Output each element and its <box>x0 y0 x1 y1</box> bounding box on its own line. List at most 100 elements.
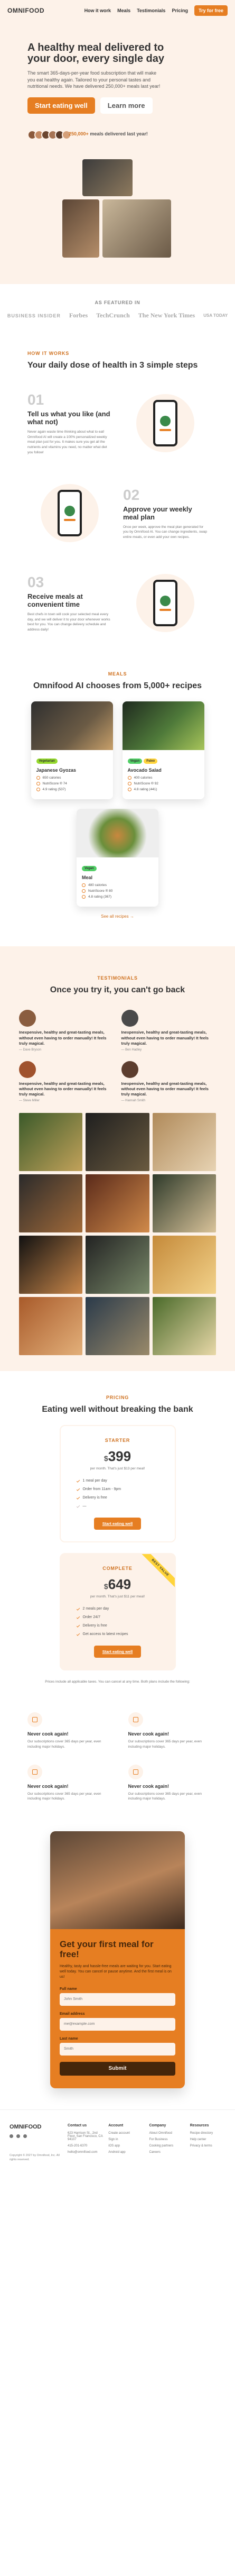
meal-nutriscore: NutriScore ® 74 <box>36 782 108 786</box>
footer-link[interactable]: Help center <box>190 2138 225 2141</box>
meal-tag: Vegan <box>127 759 143 764</box>
signup-form: Get your first meal for free! Healthy, t… <box>50 1929 185 2088</box>
step-text: 02 Approve your weekly meal plan Once pe… <box>123 487 208 540</box>
step-1: 01 Tell us what you like (and what not) … <box>27 386 208 460</box>
checkmark-icon <box>76 1479 80 1483</box>
submit-button[interactable]: Submit <box>60 2061 175 2076</box>
gallery-image[interactable] <box>152 1174 216 1233</box>
footer-link[interactable]: Sign in <box>108 2138 144 2141</box>
all-recipes-link[interactable]: See all recipes → <box>27 914 208 919</box>
testimonial: Inexpensive, healthy and great-tasting m… <box>121 1061 217 1102</box>
meal-title: Japanese Gyozas <box>36 768 77 773</box>
gallery-image[interactable] <box>19 1236 83 1294</box>
plan-price-note: per month. That's just $13 per meal! <box>90 1467 145 1471</box>
gallery-image[interactable] <box>152 1297 216 1356</box>
facebook-icon[interactable] <box>16 2134 20 2138</box>
how-heading: Your daily dose of health in 3 simple st… <box>27 361 198 370</box>
star-icon <box>36 788 40 792</box>
testimonials-grid: Inexpensive, healthy and great-tasting m… <box>19 1010 216 1102</box>
feature-title: Never cook again! <box>128 1731 170 1737</box>
nav-link-pricing[interactable]: Pricing <box>172 8 188 13</box>
meal-card[interactable]: Vegan Meal 480 calories NutriScore ® 80 … <box>77 809 158 907</box>
full-name-field[interactable] <box>60 1993 175 2006</box>
logo-text: OMNIFOOD <box>7 7 44 14</box>
meal-title: Avocado Salad <box>127 768 162 773</box>
footer-link[interactable]: iOS app <box>108 2144 144 2148</box>
plan-start-button[interactable]: Start eating well <box>93 1646 142 1658</box>
hero-section: A healthy meal delivered to your door, e… <box>0 21 235 285</box>
feature: Never cook again! Our subscriptions cove… <box>128 1764 208 1802</box>
gallery-image[interactable] <box>152 1113 216 1172</box>
footer-link[interactable]: Careers <box>149 2151 185 2154</box>
pricing-subheading: PRICING <box>106 1395 129 1401</box>
footer-link[interactable]: For Business <box>149 2138 185 2141</box>
email-field[interactable] <box>60 2017 175 2031</box>
step-number: 02 <box>123 486 140 503</box>
testimonial-quote: Inexpensive, healthy and great-tasting m… <box>19 1030 107 1046</box>
meal-rating: 4.8 rating (441) <box>127 788 199 792</box>
customer-avatars <box>27 130 71 140</box>
food-gallery <box>19 1113 216 1356</box>
press-logo: USA TODAY <box>203 313 228 318</box>
delivered-label: meals delivered last year! <box>90 131 148 136</box>
meal-tag: Vegetarian <box>36 759 58 764</box>
start-eating-button[interactable]: Start eating well <box>27 97 95 114</box>
footer-column-account: Account Create account Sign in iOS app A… <box>108 2124 144 2162</box>
featured-heading: AS FEATURED IN <box>95 300 140 306</box>
site-footer: OMNIFOOD Copyright © 2027 by Omnifood, I… <box>0 2109 235 2175</box>
nav-link-how[interactable]: How it work <box>84 8 111 13</box>
footer-link[interactable]: Recipe directory <box>190 2132 225 2135</box>
featured-in-section: AS FEATURED IN BUSINESS INSIDER Forbes T… <box>0 284 235 336</box>
gallery-image[interactable] <box>86 1113 149 1172</box>
step-number: 03 <box>27 573 44 590</box>
testimonial-name: — Steve Miller <box>19 1099 40 1103</box>
gallery-image[interactable] <box>86 1174 149 1233</box>
learn-more-button[interactable]: Learn more <box>100 97 153 114</box>
footer-link[interactable]: About Omnifood <box>149 2132 185 2135</box>
plan-feature: Delivery is free <box>76 1496 159 1500</box>
testimonial-name: — Ben Hadley <box>121 1048 142 1052</box>
hero-photo-2 <box>62 199 99 258</box>
testimonials-subheading: TESTIMONIALS <box>97 975 138 981</box>
meal-card[interactable]: Vegetarian Japanese Gyozas 650 calories … <box>31 701 113 800</box>
plan-start-button[interactable]: Start eating well <box>93 1518 142 1530</box>
footer-link[interactable]: Create account <box>108 2132 144 2135</box>
step-app-image <box>123 386 208 460</box>
nav-link-testimonials[interactable]: Testimonials <box>137 8 165 13</box>
gallery-image[interactable] <box>152 1236 216 1294</box>
meal-card[interactable]: Vegan Paleo Avocado Salad 400 calories Nu… <box>122 701 204 800</box>
step-2: 02 Approve your weekly meal plan Once pe… <box>27 476 208 550</box>
gallery-image[interactable] <box>86 1236 149 1294</box>
flame-icon <box>36 776 40 780</box>
avatar <box>121 1010 138 1027</box>
cta-image <box>50 1831 185 1930</box>
instagram-icon[interactable] <box>10 2134 13 2138</box>
twitter-icon[interactable] <box>23 2134 27 2138</box>
press-logo: TechCrunch <box>96 312 130 319</box>
step-description: Never again waste time thinking about wh… <box>27 430 107 454</box>
last-name-field[interactable] <box>60 2042 175 2056</box>
footer-logo[interactable]: OMNIFOOD <box>10 2124 62 2130</box>
meal-image <box>31 701 113 751</box>
press-logo: BUSINESS INSIDER <box>7 313 61 318</box>
footer-link[interactable]: 415-201-6370 <box>68 2144 103 2148</box>
footer-link[interactable]: Cooking partners <box>149 2144 185 2148</box>
gallery-image[interactable] <box>86 1297 149 1356</box>
hero-title: A healthy meal delivered to your door, e… <box>27 42 164 65</box>
delivered-meals: 250,000+ meals delivered last year! <box>27 125 208 145</box>
footer-link[interactable]: Android app <box>108 2151 144 2154</box>
gallery-image[interactable] <box>19 1174 83 1233</box>
step-text: 01 Tell us what you like (and what not) … <box>27 391 112 455</box>
hero-buttons: Start eating well Learn more <box>27 97 208 114</box>
nutrition-icon <box>128 1712 143 1728</box>
gallery-image[interactable] <box>19 1297 83 1356</box>
nav-link-meals[interactable]: Meals <box>117 8 130 13</box>
testimonial-quote: Inexpensive, healthy and great-tasting m… <box>19 1081 107 1097</box>
nav-cta-button[interactable]: Try for free <box>194 5 228 16</box>
footer-link[interactable]: hello@omnifood.com <box>68 2151 103 2154</box>
gallery-image[interactable] <box>19 1113 83 1172</box>
logo[interactable]: OMNIFOOD <box>7 7 44 14</box>
feature-text: Our subscriptions cover 365 days per yea… <box>128 1740 202 1749</box>
footer-link[interactable]: Privacy & terms <box>190 2144 225 2148</box>
feature: Never cook again! Our subscriptions cove… <box>27 1712 107 1750</box>
